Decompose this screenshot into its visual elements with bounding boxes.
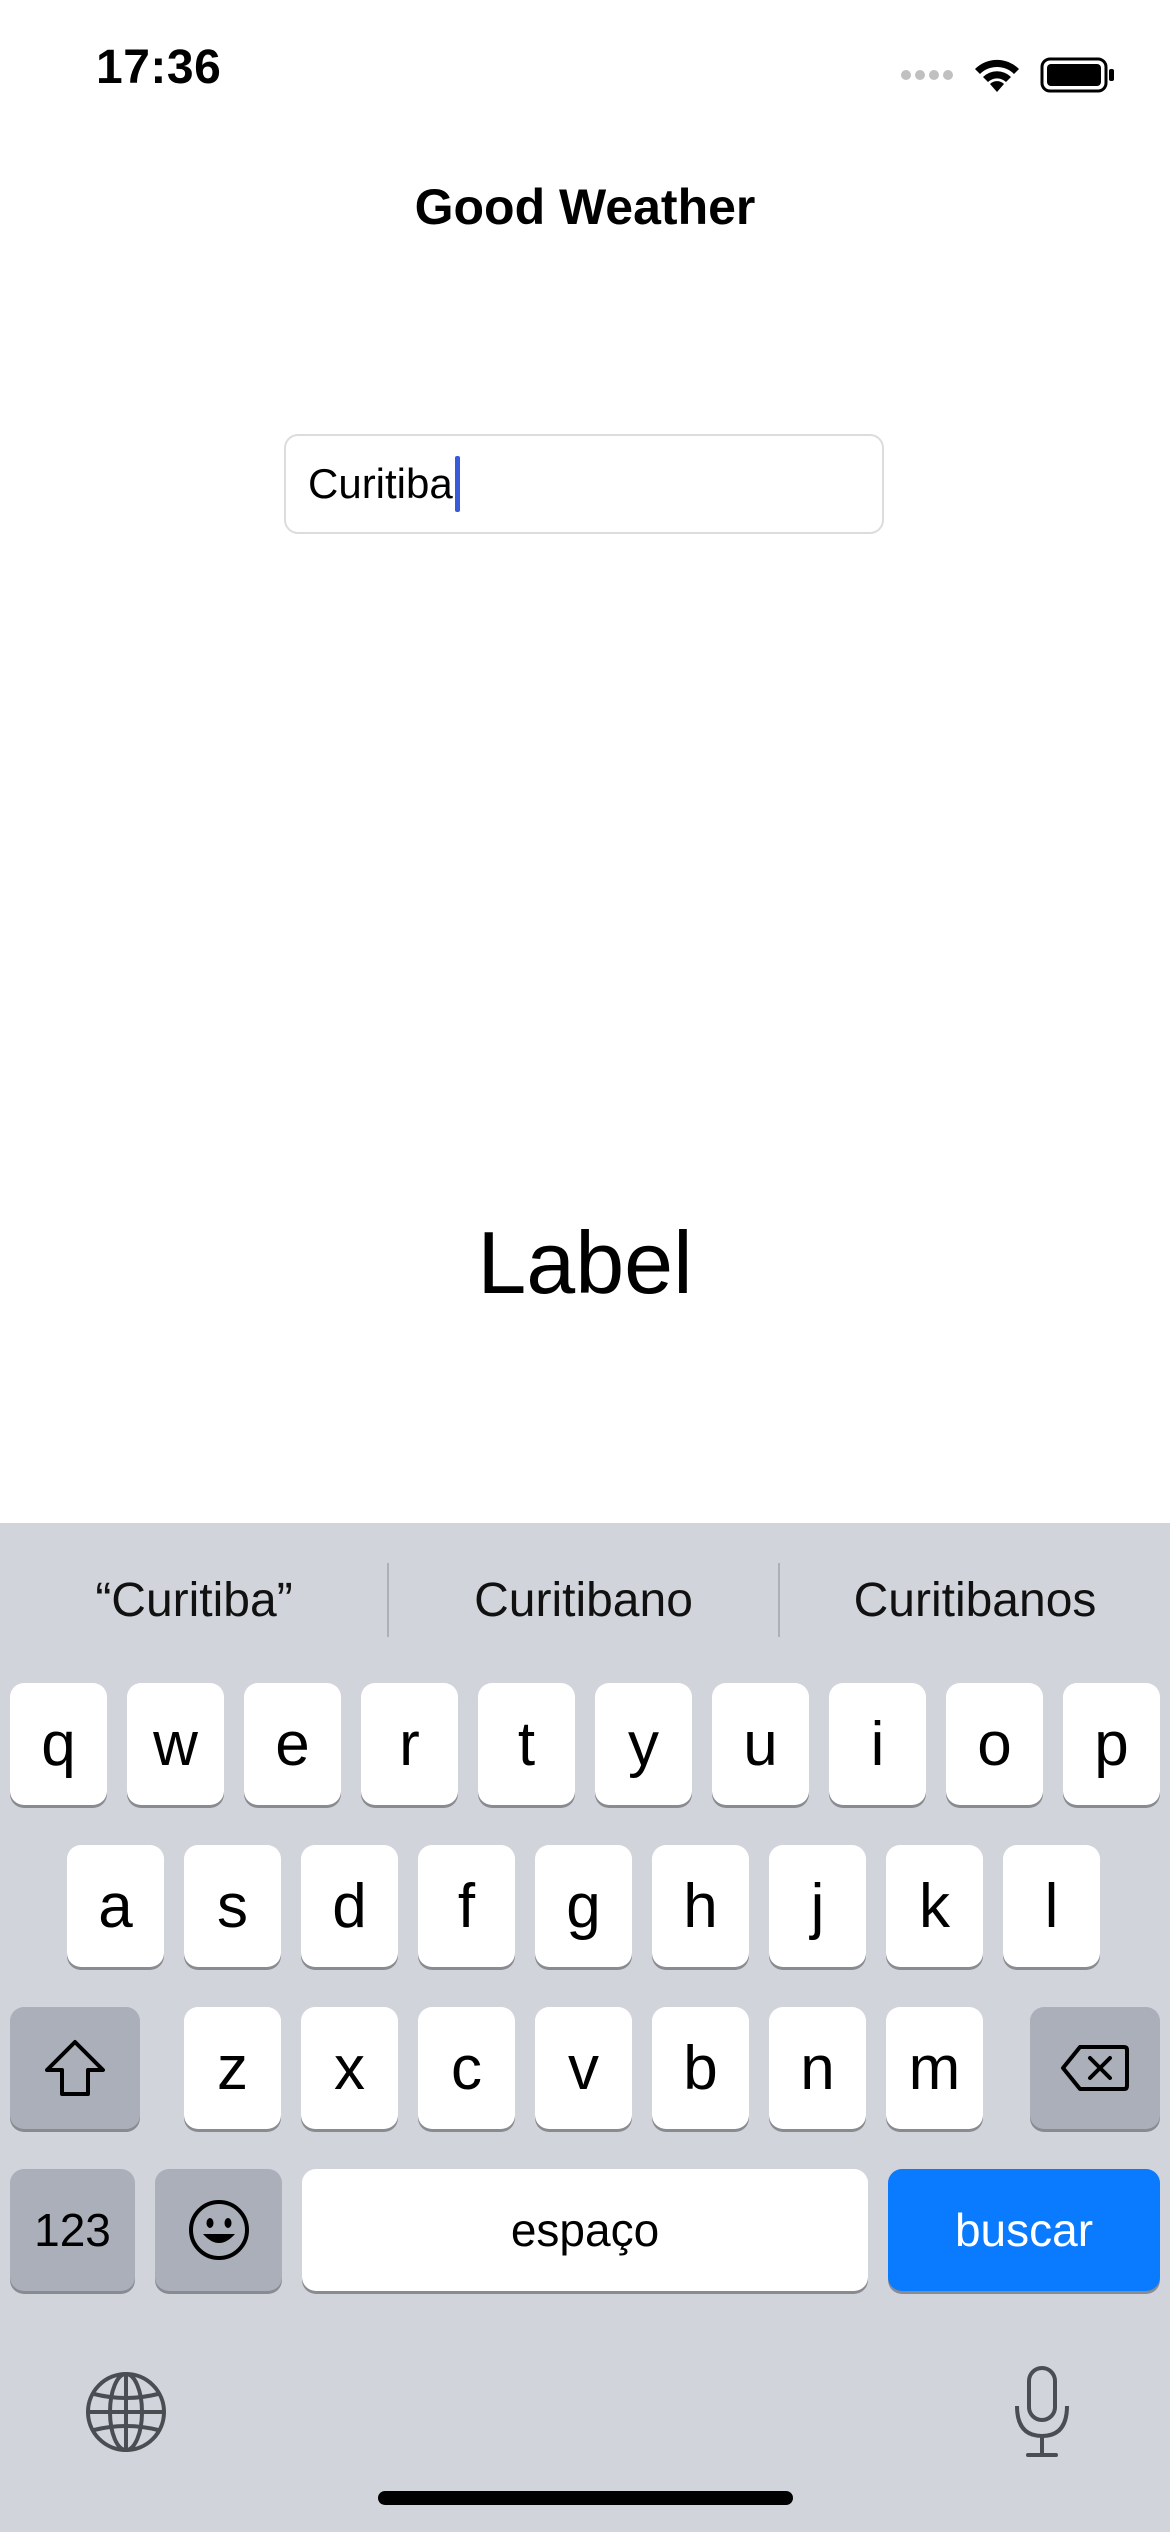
emoji-icon [188, 2200, 249, 2260]
city-input-value: Curitiba [308, 460, 453, 507]
microphone-icon [1015, 2366, 1069, 2457]
suggestion-item[interactable]: Curitibano [389, 1523, 778, 1677]
emoji-key[interactable] [155, 2169, 282, 2291]
key-q[interactable]: q [10, 1683, 107, 1805]
key-x[interactable]: x [301, 2007, 398, 2129]
key-c[interactable]: c [418, 2007, 515, 2129]
key-z[interactable]: z [184, 2007, 281, 2129]
dictation-button[interactable] [1010, 2364, 1074, 2460]
weather-result-label: Label [477, 1213, 693, 1312]
space-key[interactable]: espaço [302, 2169, 868, 2291]
key-f[interactable]: f [418, 1845, 515, 1967]
key-l[interactable]: l [1003, 1845, 1100, 1967]
home-indicator [378, 2491, 793, 2505]
city-search-input[interactable]: Curitiba [284, 434, 884, 534]
page-title: Good Weather [414, 179, 756, 235]
key-p[interactable]: p [1063, 1683, 1160, 1805]
key-s[interactable]: s [184, 1845, 281, 1967]
backspace-icon [1061, 2045, 1129, 2091]
key-k[interactable]: k [886, 1845, 983, 1967]
key-t[interactable]: t [478, 1683, 575, 1805]
key-m[interactable]: m [886, 2007, 983, 2129]
key-b[interactable]: b [652, 2007, 749, 2129]
status-time: 17:36 [96, 41, 222, 94]
key-j[interactable]: j [769, 1845, 866, 1967]
search-return-key[interactable]: buscar [888, 2169, 1160, 2291]
key-w[interactable]: w [127, 1683, 224, 1805]
key-v[interactable]: v [535, 2007, 632, 2129]
key-u[interactable]: u [712, 1683, 809, 1805]
key-a[interactable]: a [67, 1845, 164, 1967]
numbers-key[interactable]: 123 [10, 2169, 135, 2291]
wifi-icon [975, 59, 1019, 92]
key-o[interactable]: o [946, 1683, 1043, 1805]
globe-button[interactable] [84, 2370, 168, 2454]
text-cursor [454, 456, 460, 512]
signal-dots-icon [901, 70, 953, 80]
shift-icon [45, 2040, 105, 2096]
status-icons [900, 50, 1116, 100]
suggestion-bar: “Curitiba” Curitibano Curitibanos [0, 1523, 1170, 1677]
suggestion-item[interactable]: Curitibanos [780, 1523, 1170, 1677]
shift-key[interactable] [10, 2007, 140, 2129]
key-h[interactable]: h [652, 1845, 749, 1967]
key-i[interactable]: i [829, 1683, 926, 1805]
key-d[interactable]: d [301, 1845, 398, 1967]
battery-icon [1040, 57, 1114, 93]
key-y[interactable]: y [595, 1683, 692, 1805]
globe-icon [86, 2372, 166, 2452]
key-r[interactable]: r [361, 1683, 458, 1805]
key-e[interactable]: e [244, 1683, 341, 1805]
key-g[interactable]: g [535, 1845, 632, 1967]
backspace-key[interactable] [1030, 2007, 1160, 2129]
key-n[interactable]: n [769, 2007, 866, 2129]
suggestion-item[interactable]: “Curitiba” [0, 1523, 388, 1677]
